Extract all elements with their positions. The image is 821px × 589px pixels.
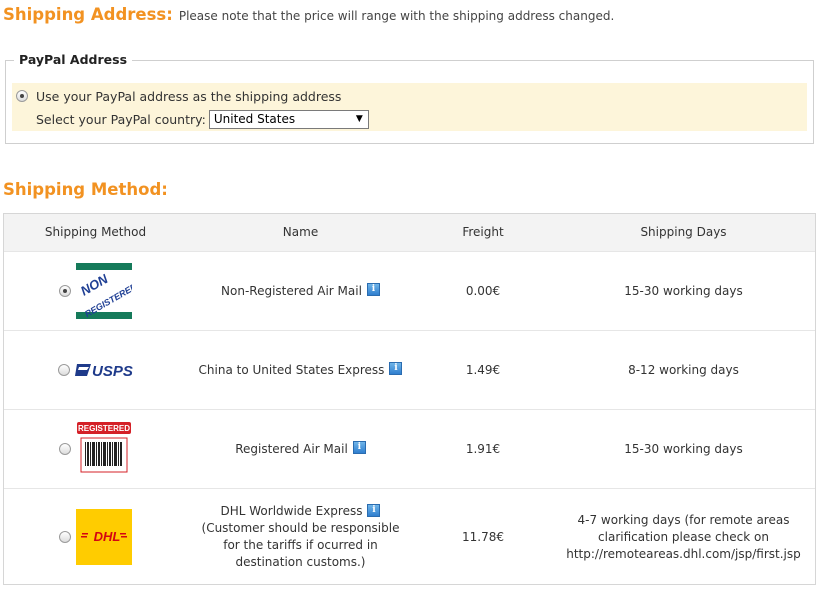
days-cell: 15-30 working days <box>624 441 743 456</box>
days-cell: 8-12 working days <box>628 362 739 377</box>
info-icon[interactable]: i <box>389 361 403 375</box>
method-name: China to United States Express <box>198 362 385 377</box>
table-row[interactable]: DHL DHL Worldwide Express i (Customer sho… <box>4 489 815 585</box>
dhl-note-line-3: destination customs.) <box>235 555 366 569</box>
name-cell: Non-Registered Air Mail i <box>187 252 414 330</box>
table-header-row: Shipping Method Name Freight Shipping Da… <box>4 214 815 252</box>
paypal-country-value: United States <box>213 112 296 126</box>
dhl-logo: DHL <box>76 509 132 565</box>
info-icon[interactable]: i <box>352 440 366 454</box>
shipping-address-title: Shipping Address: <box>3 5 173 24</box>
dhl-days-line-1: 4-7 working days (for remote areas <box>577 512 790 527</box>
method-name: Registered Air Mail <box>235 441 348 456</box>
name-cell: DHL Worldwide Express i (Customer should … <box>187 489 414 585</box>
table-row[interactable]: REGISTERED Registered Air Mail i 1.91€ 1… <box>4 410 815 489</box>
chevron-down-icon: ▼ <box>355 114 363 124</box>
freight-cell: 1.91€ <box>465 441 501 456</box>
method-cell[interactable]: REGISTERED <box>4 410 187 488</box>
shipping-address-heading: Shipping Address: Please note that the p… <box>3 5 614 29</box>
method-name: DHL Worldwide Express <box>220 504 363 518</box>
dhl-days-line-2: clarification please check on <box>598 529 769 544</box>
svg-text:DHL: DHL <box>94 529 121 544</box>
freight-cell: 11.78€ <box>462 529 504 544</box>
method-radio-registered[interactable] <box>59 443 71 455</box>
shipping-method-title: Shipping Method: <box>3 180 168 199</box>
header-name: Name <box>282 225 319 239</box>
freight-cell: 1.49€ <box>465 362 501 377</box>
shipping-address-note: Please note that the price will range wi… <box>178 9 615 23</box>
method-radio-dhl[interactable] <box>59 531 71 543</box>
freight-cell: 0.00€ <box>465 283 501 298</box>
dhl-note-line-2: for the tariffs if ocurred in <box>223 538 378 552</box>
table-row[interactable]: NON REGISTERED Non-Registered Air Mail i… <box>4 252 815 331</box>
paypal-address-box: Use your PayPal address as the shipping … <box>12 83 807 131</box>
usps-logo: USPS <box>75 363 133 380</box>
use-paypal-option[interactable]: Use your PayPal address as the shipping … <box>16 87 341 105</box>
info-icon[interactable]: i <box>366 282 380 296</box>
method-name: Non-Registered Air Mail <box>221 283 362 298</box>
info-icon[interactable]: i <box>367 504 381 517</box>
days-cell: 15-30 working days <box>624 283 743 298</box>
dhl-remote-areas-link[interactable]: http://remoteareas.dhl.com/jsp/first.jsp <box>566 546 801 563</box>
header-freight: Freight <box>462 225 504 239</box>
name-cell: Registered Air Mail i <box>187 410 414 488</box>
svg-text:REGISTERED: REGISTERED <box>78 424 130 433</box>
shipping-method-table: Shipping Method Name Freight Shipping Da… <box>3 213 816 585</box>
name-cell: China to United States Express i <box>187 331 414 409</box>
svg-text:USPS: USPS <box>92 363 133 380</box>
table-row[interactable]: USPS China to United States Express i 1.… <box>4 331 815 410</box>
header-shipping-days: Shipping Days <box>640 225 727 239</box>
method-cell[interactable]: DHL <box>4 489 187 585</box>
registered-logo: REGISTERED <box>76 421 132 477</box>
non-registered-logo: NON REGISTERED <box>76 263 132 319</box>
paypal-address-legend: PayPal Address <box>14 52 133 67</box>
dhl-note-line-1: (Customer should be responsible <box>201 521 400 535</box>
method-radio-usps[interactable] <box>58 364 70 376</box>
header-shipping-method: Shipping Method <box>44 225 147 239</box>
method-cell[interactable]: USPS <box>4 331 187 409</box>
paypal-country-row: Select your PayPal country: United State… <box>36 109 369 129</box>
use-paypal-label: Use your PayPal address as the shipping … <box>36 88 342 104</box>
paypal-country-label: Select your PayPal country: <box>36 111 206 127</box>
dhl-name-block: DHL Worldwide Express i (Customer should … <box>201 503 400 571</box>
days-cell: 4-7 working days (for remote areas clari… <box>552 489 815 585</box>
use-paypal-radio[interactable] <box>16 90 28 102</box>
paypal-country-select[interactable]: United States ▼ <box>208 109 369 129</box>
shipping-method-heading: Shipping Method: <box>3 180 168 204</box>
method-cell[interactable]: NON REGISTERED <box>4 252 187 330</box>
paypal-address-fieldset: PayPal Address Use your PayPal address a… <box>5 52 814 144</box>
method-radio-non-registered[interactable] <box>59 285 71 297</box>
